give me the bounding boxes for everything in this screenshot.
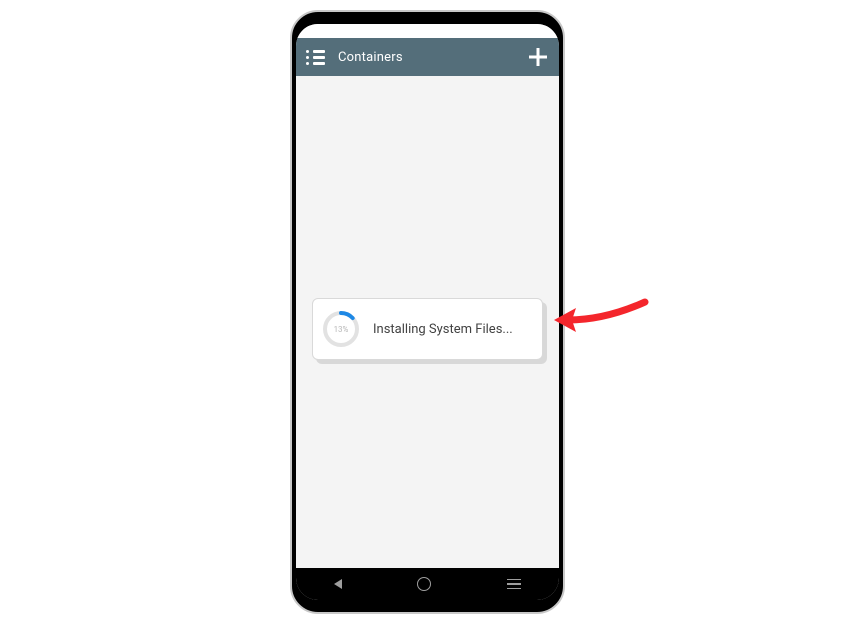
- app-title: Containers: [338, 50, 403, 65]
- progress-percent-label: 13%: [321, 309, 361, 349]
- progress-status-text: Installing System Files...: [373, 322, 513, 337]
- recent-apps-button[interactable]: [507, 579, 521, 590]
- app-bar: Containers: [296, 38, 559, 76]
- progress-ring: 13%: [321, 309, 361, 349]
- phone-frame: Containers 13% Installing System Files..…: [290, 10, 565, 614]
- home-button[interactable]: [417, 577, 431, 591]
- menu-icon[interactable]: [306, 47, 326, 67]
- system-nav-bar: [296, 568, 559, 600]
- screen: Containers 13% Installing System Files..…: [296, 24, 559, 600]
- content-area: 13% Installing System Files...: [296, 76, 559, 568]
- install-progress-card: 13% Installing System Files...: [312, 298, 543, 360]
- annotation-arrow-icon: [550, 290, 655, 350]
- back-button[interactable]: [334, 579, 342, 589]
- add-container-button[interactable]: [527, 46, 549, 68]
- status-bar: [296, 24, 559, 38]
